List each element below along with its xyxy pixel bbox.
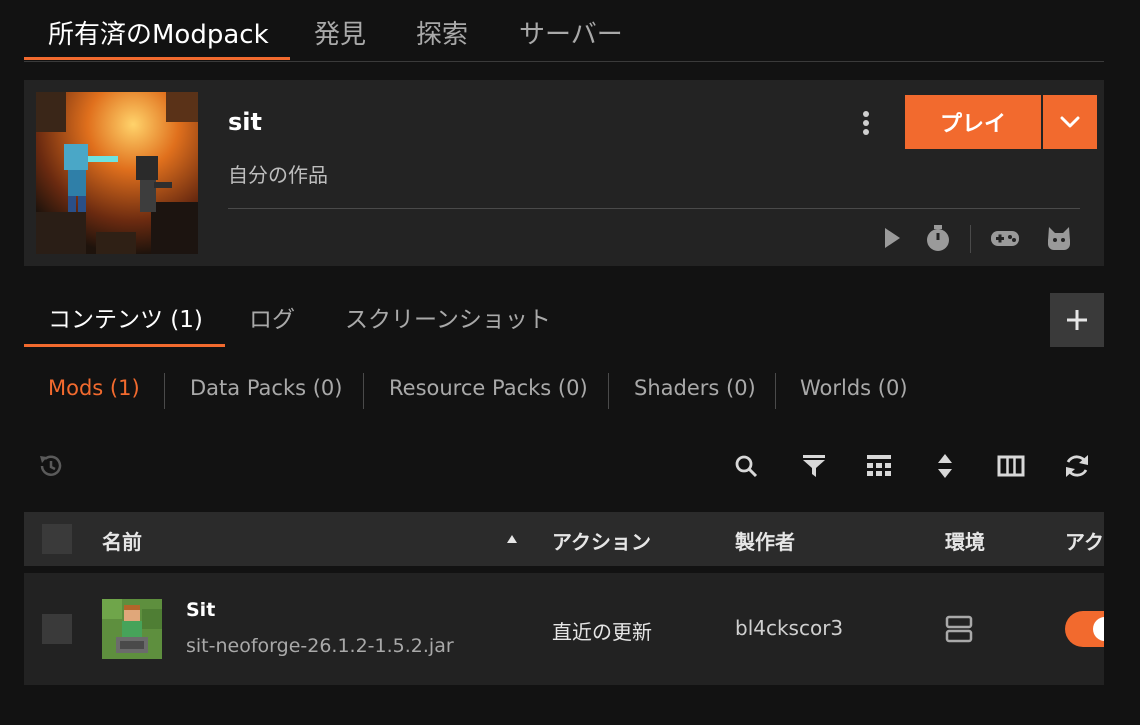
- toggle-knob: [1093, 617, 1104, 641]
- modpack-thumbnail: [36, 92, 198, 254]
- tab-logs[interactable]: ログ: [249, 300, 295, 334]
- subtab-separator: [608, 373, 609, 409]
- subtab-shaders[interactable]: Shaders (0): [634, 376, 756, 400]
- filter-icon[interactable]: [800, 452, 828, 480]
- subtab-data-packs[interactable]: Data Packs (0): [190, 376, 342, 400]
- grid-icon[interactable]: [865, 452, 893, 480]
- sort-ascending-icon[interactable]: [506, 534, 518, 544]
- column-header-environment[interactable]: 環境: [945, 526, 985, 555]
- play-icon[interactable]: [876, 223, 906, 253]
- modpack-card: sit 自分の作品 プレイ: [24, 80, 1104, 266]
- subtab-mods[interactable]: Mods (1): [48, 376, 140, 400]
- sort-icon[interactable]: [931, 452, 959, 480]
- add-content-button[interactable]: [1050, 293, 1104, 347]
- subtab-separator: [164, 373, 165, 409]
- table-row: Sit sit-neoforge-26.1.2-1.5.2.jar 直近の更新 …: [24, 573, 1104, 685]
- tab-discover[interactable]: 発見: [314, 14, 366, 51]
- tab-owned-modpacks[interactable]: 所有済のModpack: [48, 14, 269, 51]
- select-all-checkbox[interactable]: [42, 524, 72, 554]
- refresh-icon[interactable]: [1063, 452, 1091, 480]
- active-tab-underline: [24, 57, 290, 60]
- top-tab-bar: 所有済のModpack 発見 探索 サーバー: [24, 0, 1104, 62]
- play-button[interactable]: プレイ: [905, 95, 1041, 149]
- column-header-name[interactable]: 名前: [102, 526, 142, 555]
- mod-action-link[interactable]: 直近の更新: [552, 616, 652, 645]
- cat-icon[interactable]: [1044, 223, 1074, 253]
- subtab-separator: [775, 373, 776, 409]
- server-icon: [945, 615, 973, 643]
- tab-content[interactable]: コンテンツ (1): [48, 300, 203, 334]
- history-icon[interactable]: [37, 452, 65, 480]
- row-checkbox[interactable]: [42, 614, 72, 644]
- mod-icon: [102, 599, 162, 659]
- card-divider: [228, 208, 1080, 209]
- icon-separator: [970, 225, 971, 253]
- tab-servers[interactable]: サーバー: [519, 14, 623, 51]
- column-header-author[interactable]: 製作者: [735, 526, 795, 555]
- column-header-active[interactable]: アク: [1065, 526, 1104, 555]
- modpack-name: sit: [228, 108, 262, 136]
- more-options-icon[interactable]: [854, 108, 878, 138]
- columns-icon[interactable]: [997, 452, 1025, 480]
- search-icon[interactable]: [732, 452, 760, 480]
- play-dropdown-button[interactable]: [1043, 95, 1097, 149]
- column-header-action[interactable]: アクション: [552, 526, 651, 555]
- gamepad-icon[interactable]: [990, 223, 1020, 253]
- chevron-down-icon: [1060, 116, 1080, 128]
- timer-icon[interactable]: [923, 223, 953, 253]
- tab-screenshots[interactable]: スクリーンショット: [345, 300, 551, 334]
- subtab-separator: [363, 373, 364, 409]
- subtab-worlds[interactable]: Worlds (0): [800, 376, 908, 400]
- mod-author: bl4ckscor3: [735, 616, 844, 640]
- table-header: 名前 アクション 製作者 環境 アク: [24, 512, 1104, 566]
- tab-explore[interactable]: 探索: [416, 14, 468, 51]
- mod-enabled-toggle[interactable]: [1065, 611, 1104, 647]
- modpack-author: 自分の作品: [228, 163, 328, 187]
- mod-name: Sit: [186, 599, 216, 621]
- subtab-resource-packs[interactable]: Resource Packs (0): [389, 376, 588, 400]
- plus-icon: [1067, 310, 1087, 330]
- mod-filename: sit-neoforge-26.1.2-1.5.2.jar: [186, 635, 454, 657]
- content-tab-underline: [24, 344, 225, 347]
